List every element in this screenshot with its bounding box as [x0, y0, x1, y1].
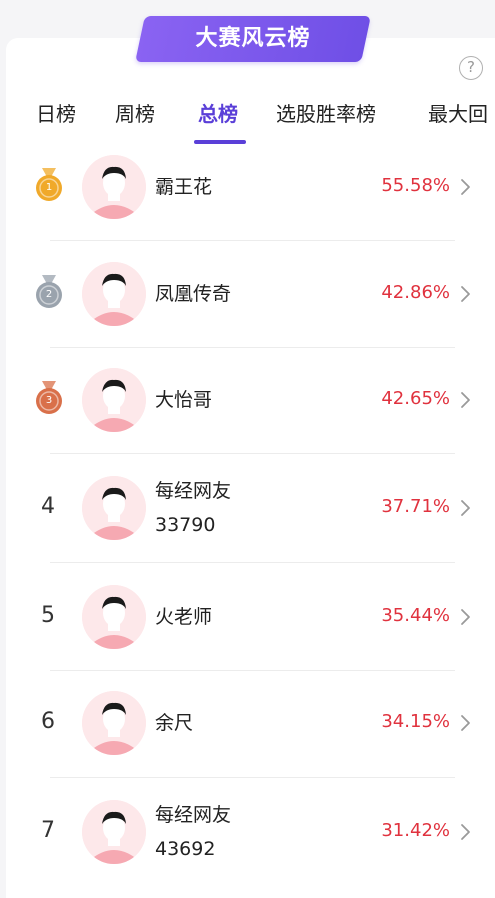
row-divider — [50, 453, 455, 454]
user-name-line2: 43692 — [155, 838, 216, 860]
avatar[interactable] — [82, 476, 146, 540]
active-tab-indicator — [194, 140, 246, 144]
win-rate: 37.71% — [381, 496, 450, 517]
chevron-right-icon[interactable] — [459, 177, 473, 197]
user-name: 余尺 — [155, 712, 194, 734]
user-name: 霸王花 — [155, 176, 213, 198]
row-divider — [50, 777, 455, 778]
user-name-line2: 33790 — [155, 514, 216, 536]
chevron-right-icon[interactable] — [459, 607, 473, 627]
avatar[interactable] — [82, 155, 146, 219]
medal-rank-number: 3 — [45, 395, 53, 406]
ranking-card — [6, 38, 495, 898]
chevron-right-icon[interactable] — [459, 822, 473, 842]
tab-daily[interactable]: 日榜 — [36, 96, 76, 132]
win-rate: 31.42% — [381, 820, 450, 841]
avatar[interactable] — [82, 691, 146, 755]
chevron-right-icon[interactable] — [459, 390, 473, 410]
tab-bar: 日榜 周榜 总榜 选股胜率榜 最大回 — [0, 96, 495, 142]
rank-number: 7 — [41, 818, 55, 843]
medal-rank-number: 1 — [45, 182, 53, 193]
tab-weekly[interactable]: 周榜 — [115, 96, 155, 132]
win-rate: 55.58% — [381, 175, 450, 196]
win-rate: 35.44% — [381, 605, 450, 626]
avatar[interactable] — [82, 262, 146, 326]
chevron-right-icon[interactable] — [459, 498, 473, 518]
tab-stock-win-rate[interactable]: 选股胜率榜 — [276, 96, 376, 132]
bronze-medal-icon: 3 — [34, 381, 64, 415]
rank-number: 4 — [41, 494, 55, 519]
user-name: 每经网友 — [155, 804, 232, 826]
avatar[interactable] — [82, 368, 146, 432]
medal-rank-number: 2 — [45, 289, 53, 300]
gold-medal-icon: 1 — [34, 168, 64, 202]
silver-medal-icon: 2 — [34, 275, 64, 309]
avatar[interactable] — [82, 800, 146, 864]
row-divider — [50, 670, 455, 671]
page-title: 大赛风云榜 — [195, 26, 311, 51]
rank-number: 6 — [41, 709, 55, 734]
win-rate: 42.65% — [381, 388, 450, 409]
user-name: 大怡哥 — [155, 389, 213, 411]
user-name: 火老师 — [155, 606, 213, 628]
chevron-right-icon[interactable] — [459, 713, 473, 733]
win-rate: 42.86% — [381, 282, 450, 303]
tab-max-drawdown[interactable]: 最大回 — [428, 96, 488, 132]
help-icon[interactable]: ? — [459, 56, 483, 80]
tab-overall[interactable]: 总榜 — [198, 96, 238, 132]
row-divider — [50, 240, 455, 241]
user-name: 每经网友 — [155, 480, 232, 502]
rank-number: 5 — [41, 603, 55, 628]
avatar[interactable] — [82, 585, 146, 649]
chevron-right-icon[interactable] — [459, 284, 473, 304]
win-rate: 34.15% — [381, 711, 450, 732]
row-divider — [50, 347, 455, 348]
row-divider — [50, 562, 455, 563]
user-name: 凤凰传奇 — [155, 283, 232, 305]
